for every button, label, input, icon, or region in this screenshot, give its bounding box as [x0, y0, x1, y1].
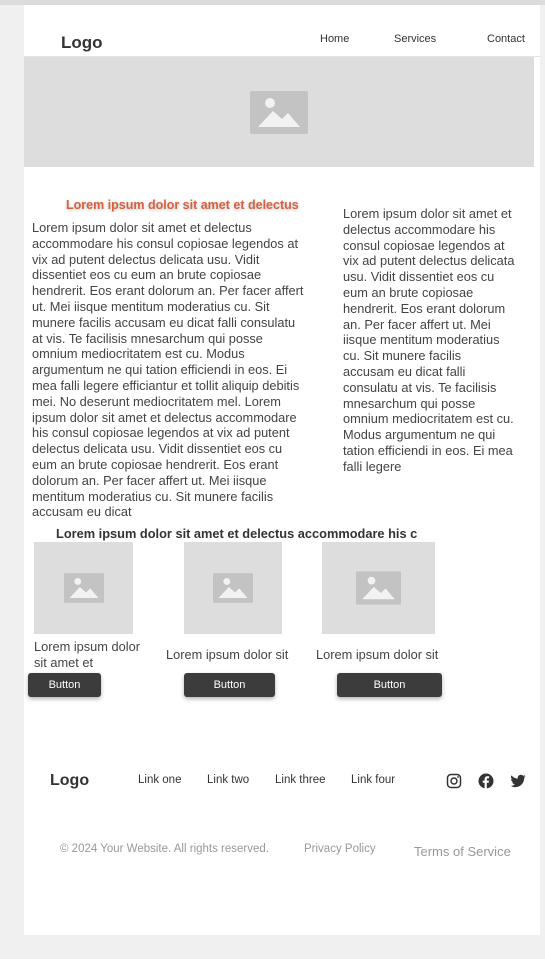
twitter-icon[interactable]	[510, 773, 526, 789]
left-text-column: Lorem ipsum dolor sit amet et delectus a…	[32, 220, 304, 520]
footer-link-four[interactable]: Link four	[351, 774, 395, 786]
card-button-3[interactable]: Button	[337, 673, 442, 697]
card-button-1[interactable]: Button	[28, 673, 101, 697]
right-text-column: Lorem ipsum dolor sit amet et delectus a…	[343, 206, 515, 474]
footer-link-three[interactable]: Link three	[275, 774, 326, 786]
card-image-2	[184, 542, 282, 634]
nav-contact[interactable]: Contact	[487, 33, 525, 45]
image-placeholder-icon	[356, 571, 401, 605]
privacy-policy-link[interactable]: Privacy Policy	[304, 843, 376, 855]
card-button-2[interactable]: Button	[184, 673, 275, 697]
footer-link-two[interactable]: Link two	[207, 774, 249, 786]
copyright-text: © 2024 Your Website. All rights reserved…	[60, 843, 269, 855]
cards-heading: Lorem ipsum dolor sit amet et delectus a…	[56, 526, 418, 541]
hero-image	[24, 57, 534, 167]
card-text-2: Lorem ipsum dolor sit	[166, 647, 289, 662]
page-container: Logo Home Services Contact Lorem ipsum d…	[24, 5, 540, 935]
footer-logo[interactable]: Logo	[50, 772, 89, 790]
section-heading: Lorem ipsum dolor sit amet et delectus	[66, 198, 299, 212]
facebook-icon[interactable]	[478, 773, 494, 789]
card-text-3: Lorem ipsum dolor sit	[316, 647, 439, 662]
image-placeholder-icon	[250, 90, 308, 134]
nav-home[interactable]: Home	[320, 33, 349, 45]
card-image-3	[322, 542, 435, 634]
terms-of-service-link[interactable]: Terms of Service	[414, 844, 511, 859]
card-image-1	[34, 542, 133, 634]
image-placeholder-icon	[213, 573, 253, 603]
instagram-icon[interactable]	[446, 773, 462, 789]
footer-link-one[interactable]: Link one	[138, 774, 181, 786]
nav-services[interactable]: Services	[394, 33, 436, 45]
image-placeholder-icon	[63, 573, 104, 603]
header-logo[interactable]: Logo	[61, 33, 103, 53]
card-text-1: Lorem ipsum dolor sit amet et	[34, 639, 140, 670]
